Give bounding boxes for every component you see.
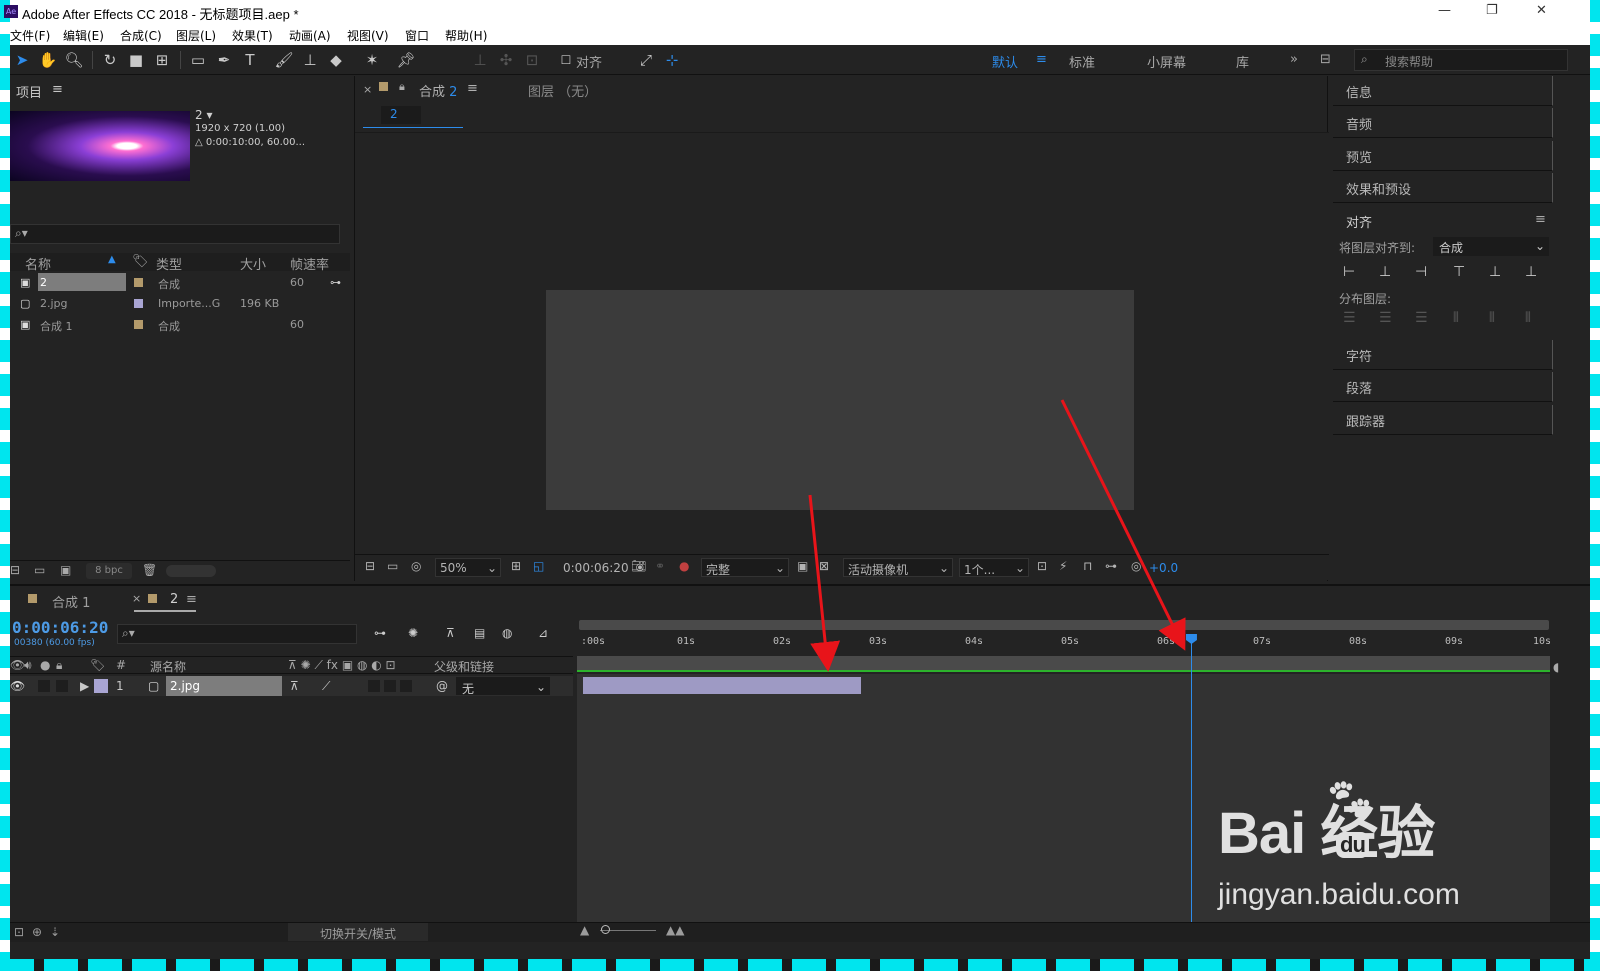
annotation-arrow-right [1060, 399, 1186, 651]
annotation-arrow-left [808, 494, 841, 672]
after-effects-window: Ae Adobe After Effects CC 2018 - 无标题项目.a… [4, 0, 1590, 960]
annotation-arrows [808, 399, 1186, 672]
